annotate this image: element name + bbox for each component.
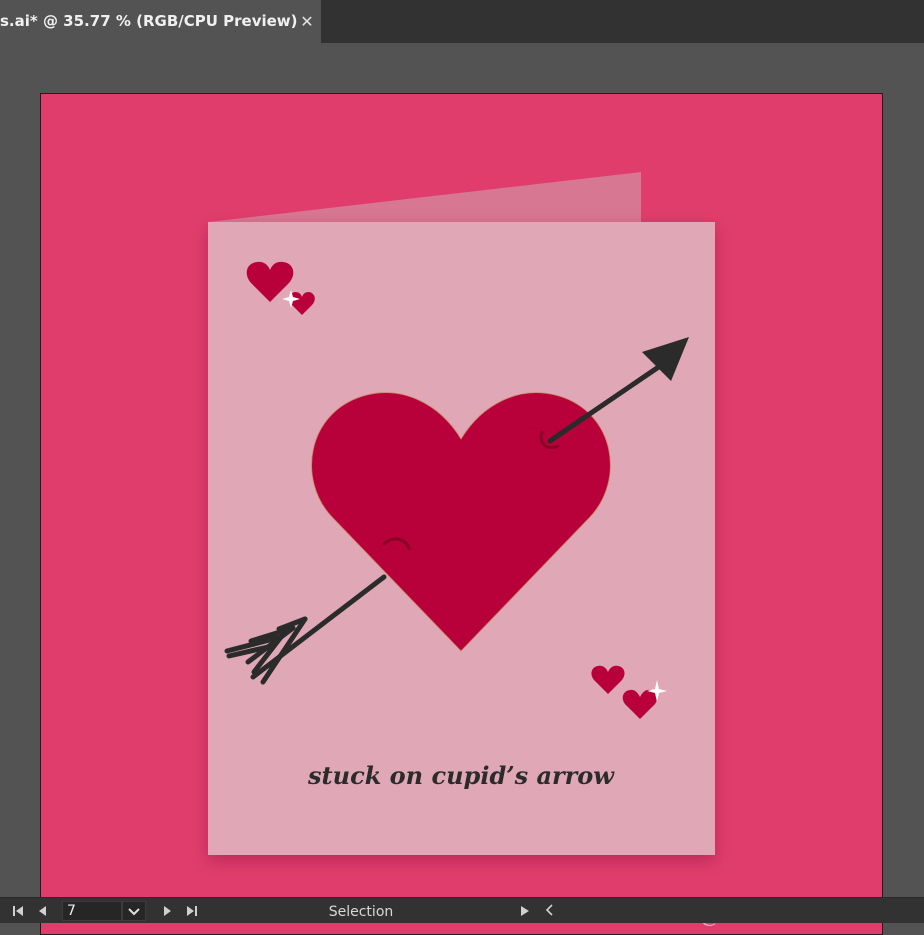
document-tab[interactable]: s.ai* @ 35.77 % (RGB/CPU Preview) ✕ — [0, 0, 321, 43]
play-icon[interactable] — [516, 901, 534, 921]
status-bar: 7 Selection — [0, 897, 924, 923]
document-tab-bar: s.ai* @ 35.77 % (RGB/CPU Preview) ✕ — [0, 0, 924, 43]
tool-mode-label[interactable]: Selection — [300, 898, 422, 924]
last-artboard-icon[interactable] — [183, 901, 201, 921]
chevron-left-icon[interactable] — [541, 901, 559, 921]
document-tab-title: s.ai* @ 35.77 % (RGB/CPU Preview) — [0, 12, 298, 30]
next-artboard-glyph — [164, 906, 171, 916]
previous-artboard-icon[interactable] — [34, 901, 52, 921]
canvas-workspace[interactable]: stuck on cupid’s arrow @dontmakelies — [0, 43, 924, 935]
artboard-number-field[interactable]: 7 — [62, 901, 122, 921]
artwork-canvas: stuck on cupid’s arrow @dontmakelies — [41, 94, 882, 934]
next-artboard-icon[interactable] — [158, 901, 176, 921]
artboard[interactable]: stuck on cupid’s arrow @dontmakelies — [40, 93, 883, 935]
chevron-down-glyph — [128, 908, 140, 916]
play-glyph — [521, 906, 529, 916]
chevron-left-glyph — [545, 904, 553, 916]
chevron-down-icon[interactable] — [122, 901, 146, 921]
close-icon[interactable]: ✕ — [297, 0, 317, 43]
first-artboard-icon[interactable] — [9, 901, 27, 921]
previous-artboard-glyph — [39, 906, 46, 916]
card-caption: stuck on cupid’s arrow — [307, 761, 615, 790]
first-artboard-glyph — [13, 906, 23, 916]
last-artboard-glyph — [187, 906, 197, 916]
